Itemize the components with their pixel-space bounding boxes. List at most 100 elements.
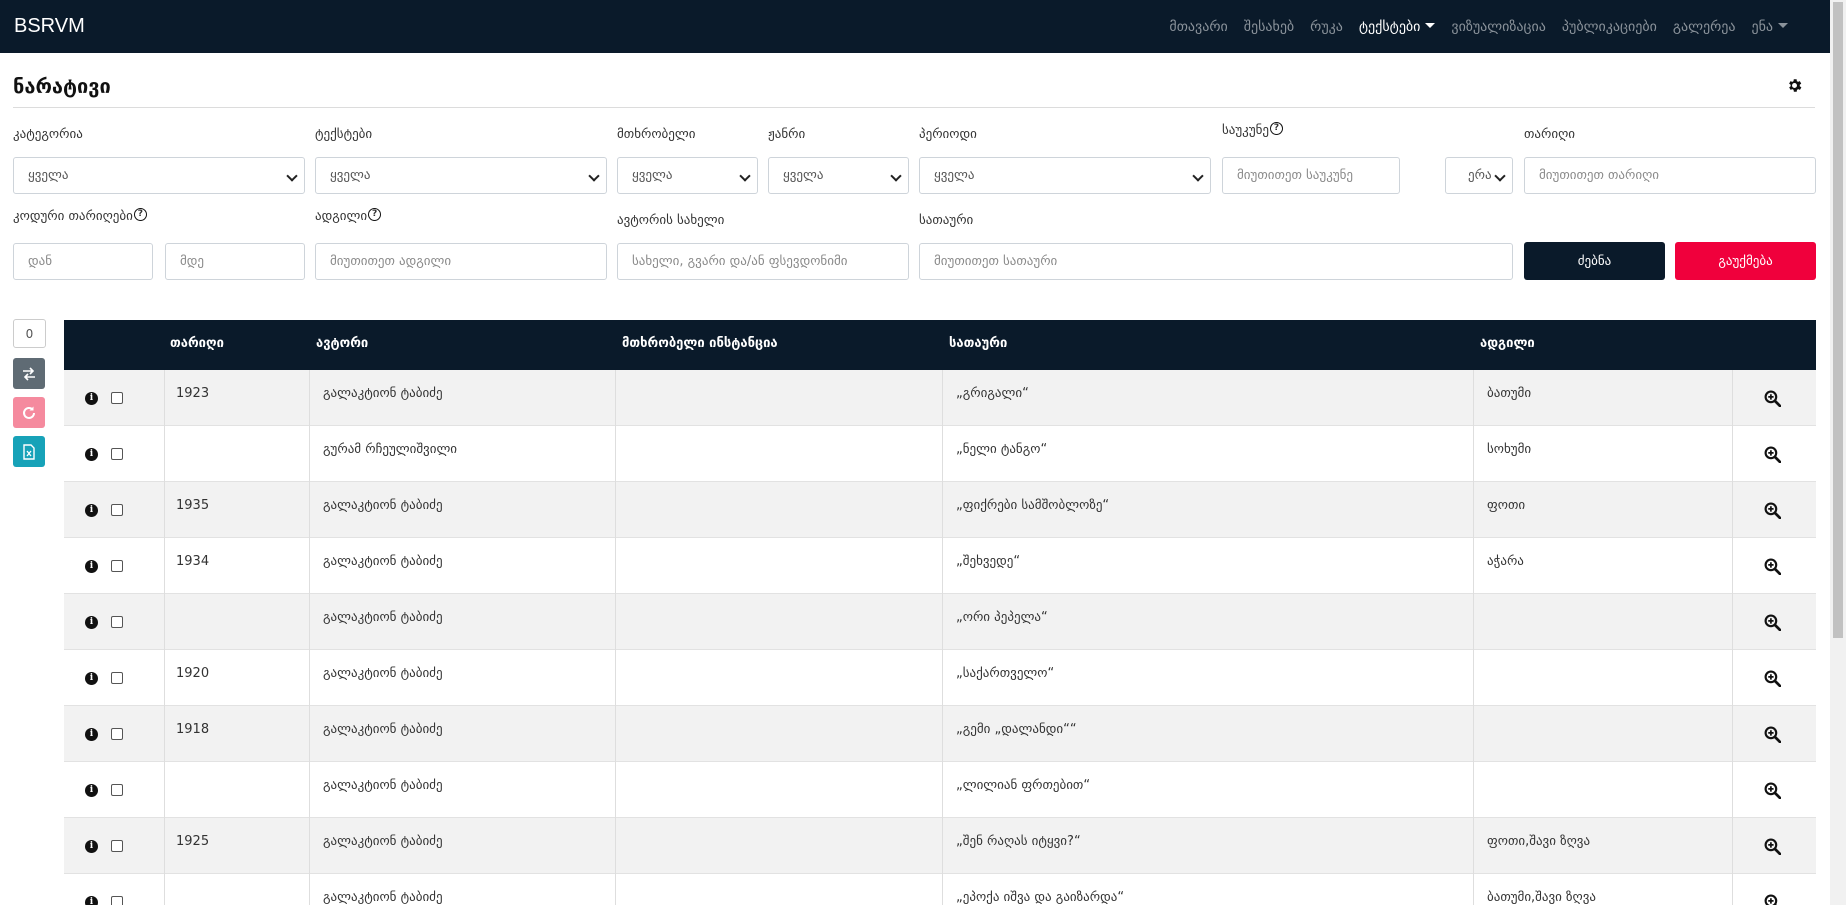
column-divider	[309, 482, 310, 538]
reset-button[interactable]	[13, 397, 45, 428]
date-input[interactable]: მიუთითეთ თარიღი	[1524, 157, 1816, 194]
nav-link-gallery[interactable]: გალერეა	[1673, 19, 1736, 35]
texts-label: ტექსტები	[315, 127, 373, 142]
table-row[interactable]: i გალაკტიონ ტაბიძე „ეპოქა იშვა და გაიზარდა…	[64, 874, 1816, 905]
nav-link-map[interactable]: რუკა	[1310, 19, 1343, 35]
search-plus-icon[interactable]	[1764, 670, 1781, 687]
info-circle-icon[interactable]: i	[85, 504, 98, 517]
cancel-button[interactable]: გაუქმება	[1675, 242, 1816, 280]
table-row[interactable]: i გურამ რჩეულიშვილი „ნელი ტანგო“ სოხუმი	[64, 426, 1816, 482]
info-circle-icon[interactable]: i	[85, 896, 98, 905]
row-select-checkbox[interactable]	[111, 560, 123, 572]
column-divider	[309, 594, 310, 650]
nav-link-publications[interactable]: პუბლიკაციები	[1562, 19, 1657, 35]
column-divider	[1473, 370, 1474, 426]
place-input[interactable]: მიუთითეთ ადგილი	[315, 243, 607, 280]
search-plus-icon[interactable]	[1764, 782, 1781, 799]
search-plus-icon[interactable]	[1764, 446, 1781, 463]
row-select-checkbox[interactable]	[111, 616, 123, 628]
cell-title: „გრიგალი“	[956, 386, 1029, 401]
row-select-checkbox[interactable]	[111, 784, 123, 796]
info-circle-icon[interactable]: i	[85, 840, 98, 853]
cell-title: „ორი პეპელა“	[956, 610, 1048, 625]
row-select-checkbox[interactable]	[111, 448, 123, 460]
table-row[interactable]: i 1920 გალაკტიონ ტაბიძე „საქართველო“	[64, 650, 1816, 706]
table-row[interactable]: i 1918 გალაკტიონ ტაბიძე „გემი „დალანდი““	[64, 706, 1816, 762]
table-row[interactable]: i 1935 გალაკტიონ ტაბიძე „ფიქრები სამშობლოზე…	[64, 482, 1816, 538]
export-excel-button[interactable]	[13, 436, 45, 467]
info-circle-icon[interactable]: i	[85, 728, 98, 741]
column-divider	[1473, 818, 1474, 874]
search-plus-icon[interactable]	[1764, 838, 1781, 855]
info-circle-icon[interactable]: i	[85, 392, 98, 405]
texts-select[interactable]: ყველა	[315, 157, 607, 194]
table-row[interactable]: i 1934 გალაკტიონ ტაბიძე „შეხვედე“ აჭარა	[64, 538, 1816, 594]
genre-select-value: ყველა	[783, 168, 824, 183]
title-input[interactable]: მიუთითეთ სათაური	[919, 243, 1513, 280]
category-select[interactable]: ყველა	[13, 157, 305, 194]
search-plus-icon[interactable]	[1764, 390, 1781, 407]
coded-date-from-input[interactable]: დან	[13, 243, 153, 280]
info-circle-icon[interactable]: i	[85, 560, 98, 573]
era-select[interactable]: ერა	[1445, 157, 1513, 194]
search-plus-icon[interactable]	[1764, 726, 1781, 743]
period-select[interactable]: ყველა	[919, 157, 1211, 194]
row-select-checkbox[interactable]	[111, 392, 123, 404]
column-header-author[interactable]: ავტორი	[316, 336, 368, 351]
info-circle-icon[interactable]: i	[85, 616, 98, 629]
column-header-title[interactable]: სათაური	[949, 336, 1007, 351]
cell-author: გალაკტიონ ტაბიძე	[323, 778, 443, 793]
column-divider	[1732, 538, 1733, 594]
compare-button[interactable]	[13, 358, 45, 389]
question-circle-icon[interactable]: ?	[1270, 122, 1284, 135]
column-divider	[1473, 706, 1474, 762]
scrollbar-thumb[interactable]	[1833, 2, 1843, 638]
era-select-value: ერა	[1468, 168, 1492, 183]
column-divider	[309, 426, 310, 482]
search-button[interactable]: ძებნა	[1524, 242, 1665, 280]
brand-logo[interactable]: BSRVM	[14, 15, 85, 38]
genre-label: ჟანრი	[768, 127, 806, 142]
row-select-checkbox[interactable]	[111, 840, 123, 852]
author-name-label: ავტორის სახელი	[617, 213, 725, 228]
row-select-checkbox[interactable]	[111, 728, 123, 740]
table-row[interactable]: i 1925 გალაკტიონ ტაბიძე „შენ რაღას იტყვი?“ ფ…	[64, 818, 1816, 874]
row-select-checkbox[interactable]	[111, 504, 123, 516]
page-scrollbar[interactable]	[1830, 0, 1846, 905]
question-circle-icon[interactable]: ?	[133, 208, 147, 221]
column-header-place[interactable]: ადგილი	[1480, 336, 1535, 351]
column-divider	[942, 762, 943, 818]
question-circle-icon[interactable]: ?	[368, 208, 382, 221]
author-name-input[interactable]: სახელი, გვარი და/ან ფსევდონიმი	[617, 243, 909, 280]
chevron-down-icon	[739, 170, 751, 182]
file-excel-icon	[23, 443, 35, 460]
coded-date-to-input[interactable]: მდე	[165, 243, 305, 280]
column-divider	[615, 818, 616, 874]
search-plus-icon[interactable]	[1764, 558, 1781, 575]
genre-select[interactable]: ყველა	[768, 157, 909, 194]
nav-link-about[interactable]: შესახებ	[1244, 19, 1294, 35]
row-select-checkbox[interactable]	[111, 672, 123, 684]
nav-link-language-dropdown[interactable]: ენა	[1751, 19, 1788, 35]
table-row[interactable]: i 1923 გალაკტიონ ტაბიძე „გრიგალი“ ბათუმი	[64, 370, 1816, 426]
cell-author: გალაკტიონ ტაბიძე	[323, 834, 443, 849]
search-plus-icon[interactable]	[1764, 614, 1781, 631]
column-header-date[interactable]: თარიღი	[170, 336, 224, 351]
table-row[interactable]: i გალაკტიონ ტაბიძე „ლილიან ფრთებით“	[64, 762, 1816, 818]
nav-link-home[interactable]: მთავარი	[1169, 19, 1227, 35]
table-row[interactable]: i გალაკტიონ ტაბიძე „ორი პეპელა“	[64, 594, 1816, 650]
info-circle-icon[interactable]: i	[85, 784, 98, 797]
row-select-checkbox[interactable]	[111, 896, 123, 905]
nav-links: მთავარი შესახებ რუკა ტექსტები ვიზუალიზაც…	[1169, 0, 1788, 53]
gear-icon[interactable]	[1786, 77, 1803, 94]
nav-link-visualization[interactable]: ვიზუალიზაცია	[1451, 19, 1545, 35]
search-plus-icon[interactable]	[1764, 894, 1781, 905]
info-circle-icon[interactable]: i	[85, 448, 98, 461]
century-input[interactable]: მიუთითეთ საუკუნე	[1222, 157, 1400, 194]
column-header-narrator-instance[interactable]: მთხრობელი ინსტანცია	[622, 336, 778, 351]
info-circle-icon[interactable]: i	[85, 672, 98, 685]
search-plus-icon[interactable]	[1764, 502, 1781, 519]
nav-link-texts-dropdown[interactable]: ტექსტები	[1359, 19, 1436, 35]
column-divider	[309, 706, 310, 762]
narrator-select[interactable]: ყველა	[617, 157, 758, 194]
